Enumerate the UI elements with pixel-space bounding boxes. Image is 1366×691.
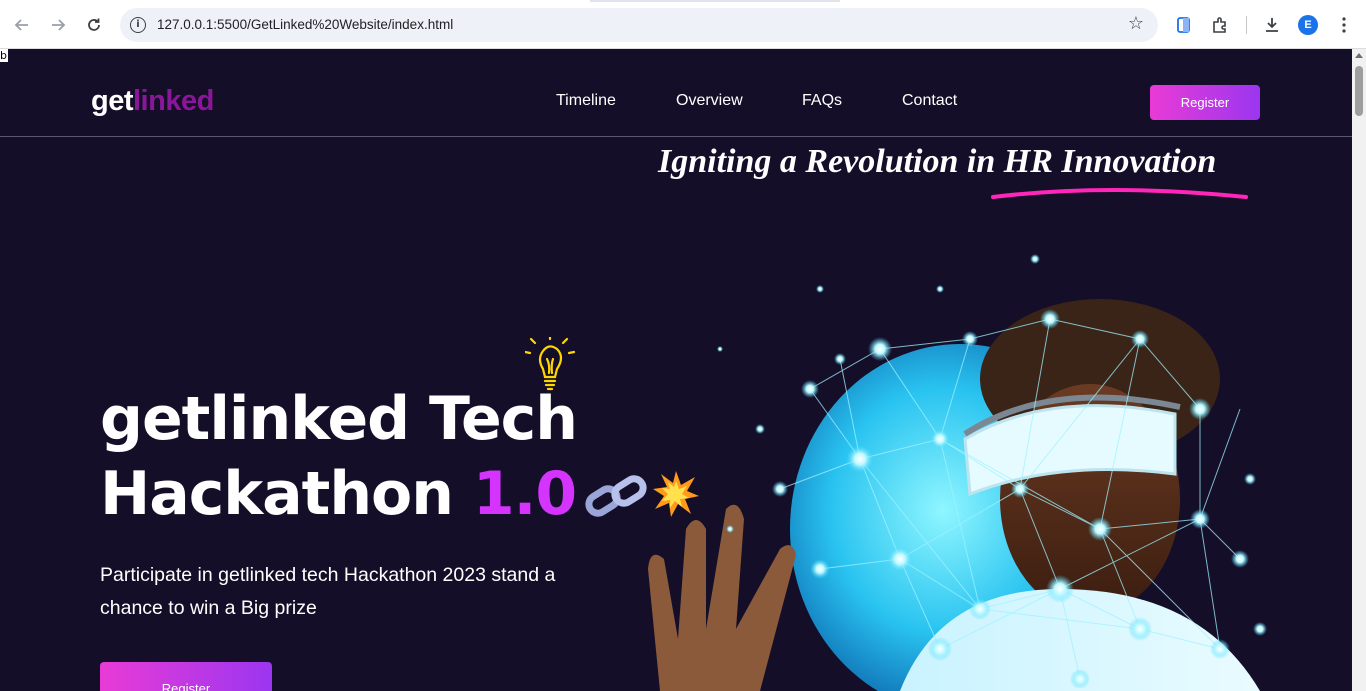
address-bar[interactable]: i 127.0.0.1:5500/GetLinked%20Website/ind…: [120, 8, 1158, 42]
webpage: b getlinked Timeline Overview FAQs Conta…: [0, 49, 1352, 691]
forward-icon[interactable]: [45, 12, 71, 38]
hero-title-line1: getlinked Tech: [100, 384, 578, 454]
scroll-up-arrow-icon[interactable]: [1355, 53, 1363, 58]
reload-icon[interactable]: [81, 12, 107, 38]
extensions-icon[interactable]: [1209, 14, 1231, 36]
url-text[interactable]: 127.0.0.1:5500/GetLinked%20Website/index…: [157, 17, 453, 32]
back-icon[interactable]: [9, 12, 35, 38]
hero-title-main: Hackathon: [100, 459, 454, 529]
logo-part-linked: linked: [133, 85, 214, 117]
download-icon[interactable]: [1261, 14, 1283, 36]
vertical-scrollbar[interactable]: [1352, 49, 1366, 691]
star-icon[interactable]: ☆: [1128, 13, 1144, 34]
tagline: Igniting a Revolution in HR Innovation: [658, 143, 1217, 180]
hero-register-button[interactable]: Register: [100, 662, 272, 691]
logo[interactable]: getlinked: [91, 85, 214, 118]
hero-title-version: 1.0: [472, 459, 577, 529]
header-register-button[interactable]: Register: [1150, 85, 1260, 120]
menu-icon[interactable]: [1333, 14, 1355, 36]
nav-faqs[interactable]: FAQs: [802, 92, 842, 110]
nav-timeline[interactable]: Timeline: [556, 92, 616, 110]
hero-title: getlinked Tech Hackathon 1.0: [100, 382, 578, 532]
tagline-underline: [991, 188, 1248, 199]
nav-contact[interactable]: Contact: [902, 92, 957, 110]
hero-title-line2: Hackathon 1.0: [100, 457, 577, 532]
site-header: getlinked Timeline Overview FAQs Contact…: [0, 49, 1352, 137]
logo-part-get: get: [91, 85, 134, 117]
nav-overview[interactable]: Overview: [676, 92, 743, 110]
tab-indicator: [590, 0, 840, 2]
toolbar-separator: [1246, 16, 1247, 34]
google-lens-icon[interactable]: [1173, 14, 1195, 36]
scroll-thumb[interactable]: [1355, 66, 1363, 116]
profile-avatar[interactable]: E: [1298, 15, 1318, 35]
hero-description: Participate in getlinked tech Hackathon …: [100, 564, 556, 619]
hero-vr-image: [648, 254, 1267, 691]
browser-toolbar: i 127.0.0.1:5500/GetLinked%20Website/ind…: [0, 0, 1366, 49]
info-icon[interactable]: i: [130, 17, 146, 33]
